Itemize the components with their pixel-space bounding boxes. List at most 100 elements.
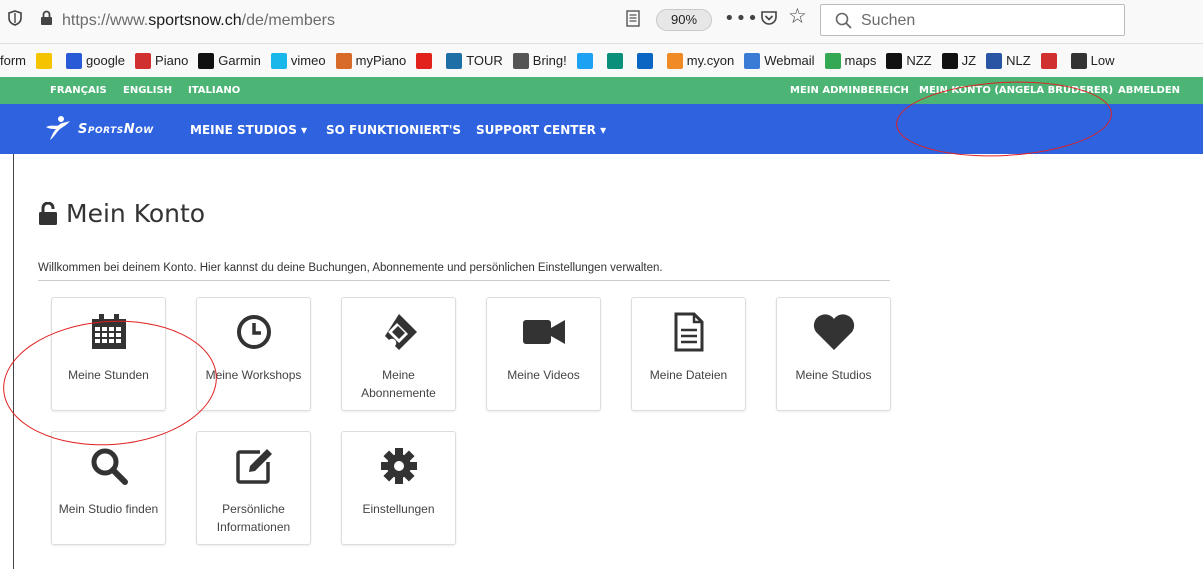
tile-find-studio[interactable]: Mein Studio finden — [51, 431, 166, 545]
clock-icon — [236, 315, 271, 349]
tile-label: Meine Abonnemente — [361, 368, 436, 400]
sportsnow-logo-icon — [46, 116, 70, 140]
bookmark-label: NZZ — [906, 53, 932, 68]
cyon-icon — [666, 52, 683, 69]
twitter-icon — [576, 52, 593, 69]
bookmark-item[interactable]: maps — [824, 52, 877, 69]
zoom-level-badge[interactable]: 90% — [656, 9, 712, 31]
bookmark-item[interactable]: TOUR — [446, 52, 503, 69]
jz-icon — [941, 52, 958, 69]
sportsnow-logo[interactable]: SportsNow — [44, 114, 174, 144]
tile-my-files[interactable]: Meine Dateien — [631, 297, 746, 411]
tile-label: Meine Dateien — [649, 368, 728, 382]
bookmark-label: maps — [844, 53, 877, 68]
logout-link[interactable]: ABMELDEN — [1118, 85, 1180, 96]
bookmark-label: Low — [1090, 53, 1115, 68]
bookmark-item[interactable]: NLZ — [986, 52, 1031, 69]
folder-icon — [1070, 52, 1087, 69]
bookmark-label: myPiano — [355, 53, 407, 68]
bookmark-item[interactable]: vimeo — [270, 52, 326, 69]
search-input[interactable] — [861, 9, 1111, 33]
edit-icon — [235, 449, 272, 484]
bookmark-item[interactable] — [416, 52, 436, 69]
c-icon — [36, 52, 52, 69]
bookmark-label: Webmail — [764, 53, 815, 68]
nav-my-studios[interactable]: MEINE STUDIOS ▾ — [190, 123, 307, 137]
more-actions-icon[interactable]: ••• — [724, 8, 759, 29]
ticket-icon — [384, 314, 417, 350]
maps-icon — [824, 52, 841, 69]
divider — [38, 280, 890, 281]
swiss-icon — [416, 52, 433, 69]
r-icon — [1040, 52, 1057, 69]
bookmark-item[interactable] — [606, 52, 627, 69]
annotation-ellipse-classes — [0, 313, 222, 453]
welcome-text: Willkommen bei deinem Konto. Hier kannst… — [38, 262, 663, 274]
tile-label: Persönliche Informationen — [216, 502, 291, 534]
bookmark-star-icon[interactable]: ☆ — [788, 6, 807, 27]
language-link-en[interactable]: ENGLISH — [123, 85, 172, 96]
nav-support-center[interactable]: SUPPORT CENTER ▾ — [476, 123, 606, 137]
bookmark-item[interactable]: NZZ — [886, 52, 932, 69]
tile-label: Einstellungen — [362, 502, 435, 516]
bookmark-item[interactable] — [636, 52, 657, 69]
tile-label: Meine Videos — [507, 368, 580, 382]
bookmark-item[interactable] — [36, 52, 56, 69]
tile-my-videos[interactable]: Meine Videos — [486, 297, 601, 411]
globe-icon — [512, 52, 529, 69]
nlz-icon — [986, 52, 1003, 69]
bookmark-label: NLZ — [1006, 53, 1031, 68]
bookmark-item[interactable]: Piano — [135, 52, 189, 69]
nav-how-it-works[interactable]: SO FUNKTIONIERT'S — [326, 123, 461, 137]
bookmark-item[interactable] — [576, 52, 597, 69]
video-camera-icon — [522, 320, 565, 344]
bookmark-item[interactable]: Garmin — [198, 52, 261, 69]
bookmark-item[interactable]: JZ — [941, 52, 977, 69]
tile-my-studios[interactable]: Meine Studios — [776, 297, 891, 411]
shield-icon[interactable] — [8, 10, 22, 26]
language-link-it[interactable]: ITALIANO — [188, 85, 240, 96]
bookmark-label: Garmin — [218, 53, 261, 68]
url-field[interactable]: https://www.sportsnow.ch/de/members — [62, 12, 335, 30]
browser-toolbar: https://www.sportsnow.ch/de/members 90% … — [0, 0, 1203, 44]
bookmark-label: my.cyon — [686, 53, 735, 68]
mypiano-icon — [335, 52, 352, 69]
bookmark-item[interactable]: my.cyon — [666, 52, 735, 69]
admin-area-link[interactable]: MEIN ADMINBEREICH — [790, 85, 909, 96]
bookmark-label: vimeo — [290, 53, 326, 68]
page-title: Mein Konto — [38, 199, 205, 228]
bookmark-item[interactable]: Webmail — [744, 52, 815, 69]
tile-my-subscriptions[interactable]: Meine Abonnemente — [341, 297, 456, 411]
bookmark-label: JZ — [961, 53, 977, 68]
search-box[interactable] — [820, 4, 1125, 36]
bookmark-label: Piano — [155, 53, 189, 68]
page-title-text: Mein Konto — [66, 199, 206, 228]
heart-icon — [813, 314, 854, 350]
bookmark-item[interactable]: Bring! — [512, 52, 567, 69]
tile-settings[interactable]: Einstellungen — [341, 431, 456, 545]
unlock-icon — [39, 201, 57, 225]
bookmark-label: TOUR — [466, 53, 503, 68]
tile-label: Meine Studios — [795, 368, 872, 382]
reader-view-icon[interactable] — [626, 10, 640, 27]
language-link-fr[interactable]: FRANÇAIS — [50, 85, 107, 96]
vimeo-icon — [270, 52, 287, 69]
webmail-icon — [744, 52, 761, 69]
bookmark-item[interactable] — [1040, 52, 1061, 69]
file-icon — [674, 312, 703, 352]
tile-personal-info[interactable]: Persönliche Informationen — [196, 431, 311, 545]
bookmark-item[interactable]: form — [0, 53, 26, 68]
bookmark-label: google — [86, 53, 126, 68]
pocket-icon[interactable] — [760, 9, 778, 27]
linkedin-icon — [636, 52, 653, 69]
gear-icon — [380, 448, 417, 484]
bookmark-item[interactable]: myPiano — [335, 52, 407, 69]
magnifier-icon — [91, 448, 128, 485]
bookmark-item[interactable]: google — [66, 52, 126, 69]
bookmark-label: Bring! — [532, 53, 567, 68]
tile-label: Mein Studio finden — [58, 502, 159, 516]
logo-text: SportsNow — [78, 121, 154, 137]
garmin-icon — [198, 52, 215, 69]
lock-icon[interactable] — [40, 10, 53, 26]
bookmark-item[interactable]: Low — [1070, 52, 1115, 69]
